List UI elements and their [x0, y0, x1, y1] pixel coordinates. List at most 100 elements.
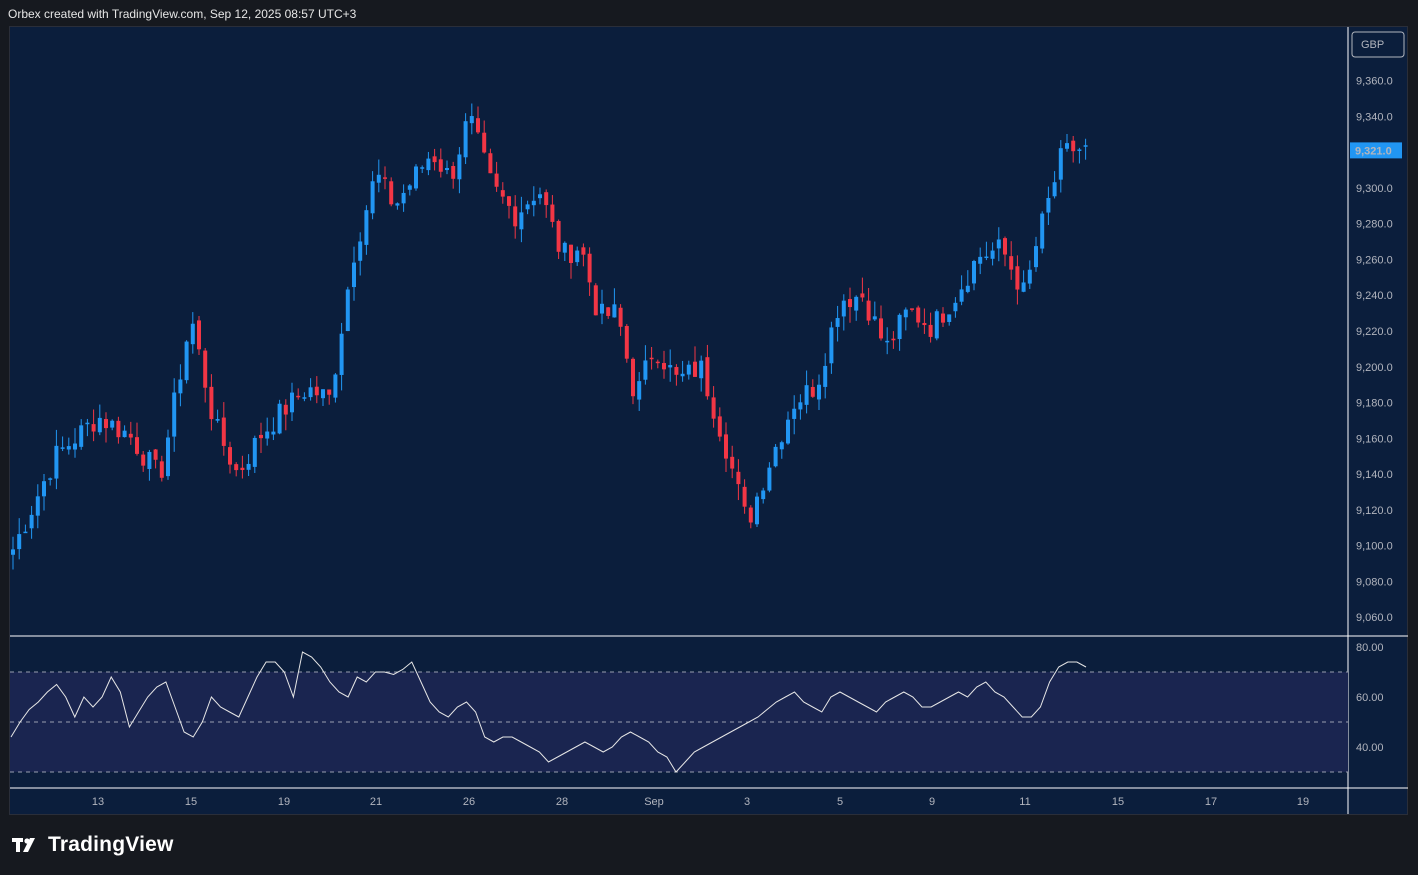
candle-down[interactable] [488, 153, 493, 174]
candle-down[interactable] [550, 204, 555, 222]
candle-up[interactable] [773, 446, 778, 467]
candle-down[interactable] [649, 357, 654, 360]
candle-up[interactable] [401, 192, 406, 204]
candle-down[interactable] [1003, 238, 1007, 255]
candle-down[interactable] [730, 456, 735, 469]
candle-down[interactable] [135, 437, 139, 454]
candle-down[interactable] [389, 181, 394, 205]
candle-up[interactable] [1083, 145, 1088, 147]
candle-down[interactable] [116, 420, 121, 438]
candle-up[interactable] [804, 385, 809, 405]
candle-up[interactable] [686, 364, 691, 375]
candle-up[interactable] [42, 481, 46, 497]
candle-up[interactable] [457, 154, 462, 180]
candle-down[interactable] [221, 417, 226, 446]
candle-down[interactable] [159, 461, 164, 478]
candle-up[interactable] [376, 174, 381, 183]
candle-up[interactable] [637, 381, 642, 400]
candle-up[interactable] [1077, 149, 1082, 151]
candle-up[interactable] [829, 327, 834, 364]
candle-down[interactable] [618, 307, 623, 327]
candle-up[interactable] [364, 210, 369, 245]
candle-up[interactable] [972, 260, 976, 284]
candle-down[interactable] [587, 253, 592, 283]
candle-down[interactable] [507, 196, 511, 206]
candle-down[interactable] [748, 507, 753, 523]
candle-up[interactable] [953, 302, 958, 312]
candle-down[interactable] [928, 324, 933, 337]
candle-up[interactable] [265, 431, 270, 439]
candle-up[interactable] [370, 181, 375, 214]
candle-up[interactable] [575, 250, 580, 263]
candle-up[interactable] [1027, 269, 1032, 284]
candle-up[interactable] [11, 549, 15, 555]
candle-up[interactable] [786, 419, 790, 444]
candle-up[interactable] [339, 333, 344, 375]
candle-up[interactable] [35, 496, 40, 516]
candle-up[interactable] [984, 256, 989, 259]
candle-down[interactable] [910, 308, 914, 310]
candle-up[interactable] [755, 496, 759, 525]
candle-down[interactable] [922, 323, 927, 326]
candle-up[interactable] [841, 300, 846, 317]
candle-up[interactable] [469, 116, 474, 124]
candle-up[interactable] [345, 289, 350, 332]
candle-down[interactable] [104, 419, 108, 429]
candle-up[interactable] [85, 422, 90, 425]
candle-up[interactable] [463, 121, 468, 158]
candle-down[interactable] [482, 132, 487, 153]
candle-up[interactable] [172, 392, 177, 437]
candle-down[interactable] [631, 358, 635, 397]
candle-down[interactable] [209, 386, 214, 420]
candle-down[interactable] [327, 389, 332, 395]
candle-up[interactable] [17, 534, 22, 550]
candle-up[interactable] [60, 447, 65, 449]
candle-down[interactable] [624, 325, 629, 359]
candle-up[interactable] [290, 392, 294, 413]
candle-up[interactable] [414, 166, 418, 189]
candle-up[interactable] [779, 442, 784, 450]
candle-up[interactable] [1065, 143, 1069, 149]
candle-up[interactable] [996, 239, 1001, 249]
candle-down[interactable] [141, 454, 146, 466]
candle-up[interactable] [897, 314, 902, 340]
candle-up[interactable] [122, 430, 127, 438]
candle-down[interactable] [742, 486, 747, 507]
candle-up[interactable] [420, 167, 425, 169]
candle-down[interactable] [693, 361, 697, 377]
candle-up[interactable] [48, 478, 53, 480]
candle-down[interactable] [655, 361, 660, 364]
candle-down[interactable] [810, 386, 815, 397]
candle-up[interactable] [885, 340, 890, 343]
candle-down[interactable] [500, 190, 505, 197]
candle-up[interactable] [73, 443, 77, 450]
candle-down[interactable] [662, 363, 666, 370]
candle-down[interactable] [1071, 140, 1076, 152]
candle-up[interactable] [612, 304, 617, 318]
candle-up[interactable] [965, 285, 970, 292]
candle-down[interactable] [941, 313, 945, 323]
candle-up[interactable] [321, 389, 325, 399]
candle-up[interactable] [680, 373, 685, 377]
candle-down[interactable] [848, 299, 852, 308]
candle-up[interactable] [1058, 148, 1063, 180]
candle-up[interactable] [184, 341, 189, 381]
candle-up[interactable] [1021, 282, 1026, 292]
candle-up[interactable] [166, 437, 170, 477]
candle-down[interactable] [234, 464, 239, 471]
candle-down[interactable] [296, 395, 301, 398]
candle-down[interactable] [451, 166, 456, 179]
candle-down[interactable] [1015, 266, 1020, 290]
candle-up[interactable] [643, 360, 648, 380]
candle-up[interactable] [817, 384, 821, 400]
candle-up[interactable] [97, 417, 102, 433]
candle-up[interactable] [761, 490, 766, 500]
candle-down[interactable] [314, 386, 319, 396]
candle-up[interactable] [1034, 246, 1038, 268]
chart-svg[interactable]: 9,060.0 9,080.0 9,100.0 9,120.0 9,140.0 9,160… [0, 0, 1418, 875]
candle-up[interactable] [1046, 197, 1051, 213]
candle-up[interactable] [903, 309, 908, 318]
candle-up[interactable] [798, 402, 803, 410]
candle-up[interactable] [271, 431, 276, 435]
candle-down[interactable] [513, 206, 518, 227]
